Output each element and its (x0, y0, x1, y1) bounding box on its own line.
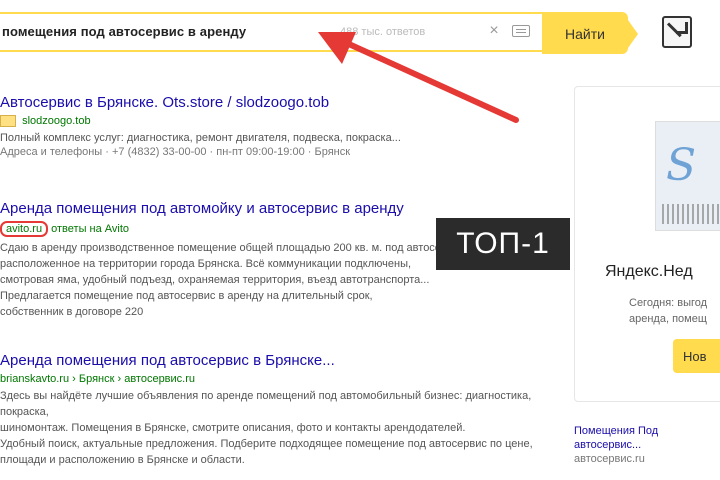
signature-image: S (655, 121, 720, 231)
search-input[interactable]: помещения под автосервис в аренду (2, 24, 246, 39)
side-card-button[interactable]: Нов (673, 339, 720, 373)
side-card-description: Сегодня: выгод аренда, помещ (629, 295, 707, 327)
red-arrow-annotation (318, 32, 519, 123)
highlighted-url-frame[interactable]: avito.ru (0, 221, 49, 237)
result-url-text[interactable]: slodzoogo.tob (22, 115, 91, 127)
result-title-link[interactable]: Аренда помещения под автомойку и автосер… (0, 200, 560, 217)
snippet-line: Удобный поиск, актуальные предложения. П… (0, 438, 533, 450)
snippet-line: Предлагается помещение под автосервис в … (0, 290, 373, 302)
signature-mark: S (666, 140, 697, 191)
side-desc-line: аренда, помещ (629, 313, 707, 325)
snippet-line: площади и расположению в Брянске и облас… (0, 454, 245, 466)
top-1-badge: ТОП-1 (436, 218, 570, 270)
result-title-link[interactable]: Аренда помещения под автосервис в Брянск… (0, 352, 560, 369)
snippet-line: шиномонтаж. Помещения в Брянске, смотрит… (0, 422, 466, 434)
side-ad-meta: автосервис.ru (574, 453, 645, 465)
side-card-title: Яндекс.Нед (605, 263, 693, 280)
find-button[interactable]: Найти (542, 14, 638, 54)
result-url[interactable]: brianskavto.ru › Брянск › автосервис.ru (0, 373, 560, 385)
side-ad-link[interactable]: Помещения Под автосервис... (574, 424, 720, 452)
favicon-icon (0, 115, 16, 128)
barcode-decoration (662, 204, 720, 224)
snippet-line: собственник в договоре 220 (0, 306, 144, 318)
result-meta: Адреса и телефоны · +7 (4832) 33-00-00 ·… (0, 146, 351, 159)
menu-icon[interactable] (662, 16, 692, 48)
snippet-line: смотровая яма, удобный подъезд, охраняем… (0, 274, 430, 286)
side-ad: Помещения Под автосервис... автосервис.r… (574, 424, 720, 466)
result-item: Аренда помещения под автосервис в Брянск… (0, 352, 560, 468)
result-url-text[interactable]: ответы на Avito (51, 223, 129, 235)
result-snippet: Здесь вы найдёте лучшие объявления по ар… (0, 388, 560, 468)
side-promo-card: S Яндекс.Нед Сегодня: выгод аренда, поме… (574, 86, 720, 402)
result-snippet: Полный комплекс услуг: диагностика, ремо… (0, 132, 401, 145)
side-desc-line: Сегодня: выгод (629, 297, 708, 309)
snippet-line: Здесь вы найдёте лучшие объявления по ар… (0, 390, 532, 418)
